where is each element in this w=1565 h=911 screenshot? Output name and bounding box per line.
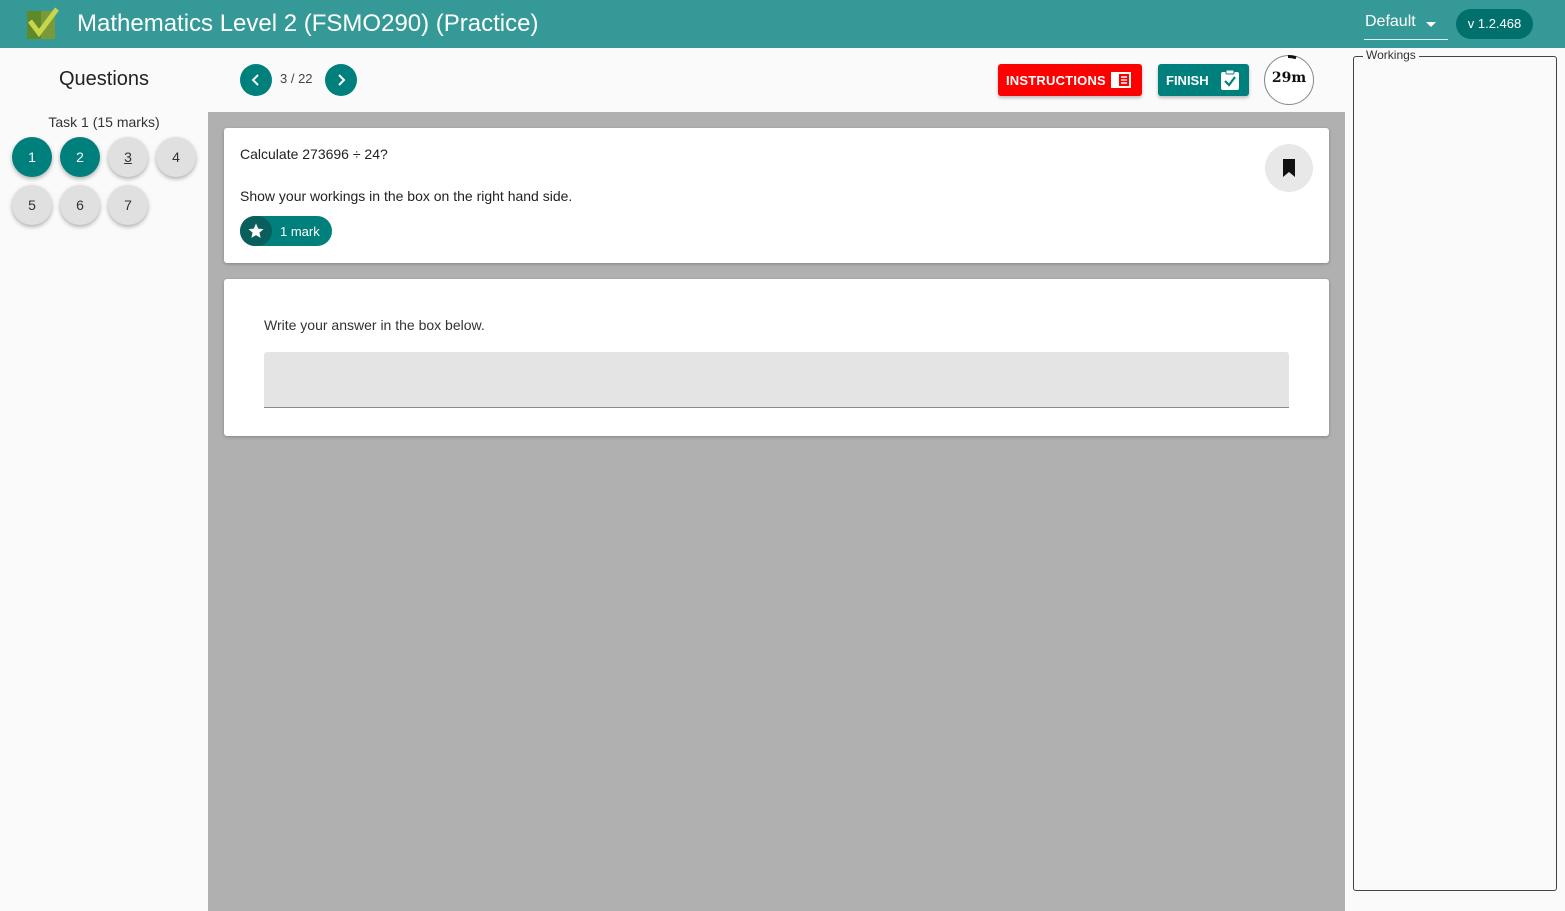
- instructions-label: INSTRUCTIONS: [1006, 73, 1106, 88]
- bookmark-button[interactable]: [1265, 144, 1313, 192]
- star-icon: [248, 223, 264, 238]
- finish-button[interactable]: FINISH: [1158, 64, 1249, 96]
- clipboard-check-icon: [1221, 69, 1239, 90]
- question-counter: 3 / 22: [280, 71, 313, 86]
- app-header: Mathematics Level 2 (FSMO290) (Practice)…: [0, 0, 1565, 48]
- workings-textarea[interactable]: [1353, 56, 1557, 891]
- caret-down-icon: [1426, 22, 1436, 27]
- finish-label: FINISH: [1166, 73, 1209, 88]
- question-button-3[interactable]: 3: [108, 137, 148, 177]
- question-button-2[interactable]: 2: [60, 137, 100, 177]
- next-question-button[interactable]: [325, 64, 357, 96]
- task-label: Task 1 (15 marks): [48, 114, 160, 130]
- question-button-4[interactable]: 4: [156, 137, 196, 177]
- timer-progress-arc: [1287, 55, 1297, 60]
- answer-input[interactable]: [264, 352, 1289, 408]
- marks-badge: 1 mark: [240, 216, 332, 246]
- question-button-6[interactable]: 6: [60, 185, 100, 225]
- bookmark-icon: [1283, 159, 1295, 177]
- theme-select-value: Default: [1365, 13, 1416, 30]
- logo-icon: [27, 7, 59, 39]
- chevron-right-icon: [338, 74, 346, 86]
- marks-label: 1 mark: [280, 224, 320, 239]
- questions-heading: Questions: [58, 68, 150, 90]
- question-button-7[interactable]: 7: [108, 185, 148, 225]
- question-button-5[interactable]: 5: [12, 185, 52, 225]
- workings-label: Workings: [1363, 48, 1419, 62]
- question-button-1[interactable]: 1: [12, 137, 52, 177]
- book-icon: [1111, 72, 1131, 88]
- question-instruction: Show your workings in the box on the rig…: [240, 188, 573, 204]
- version-badge: v 1.2.468: [1456, 9, 1533, 39]
- instructions-button[interactable]: INSTRUCTIONS: [998, 64, 1142, 96]
- page-title: Mathematics Level 2 (FSMO290) (Practice): [77, 10, 539, 37]
- question-text: Calculate 273696 ÷ 24?: [240, 146, 388, 162]
- chevron-left-icon: [251, 74, 259, 86]
- theme-select[interactable]: Default: [1364, 8, 1448, 40]
- questions-sidebar: Questions Task 1 (15 marks): [0, 48, 208, 911]
- previous-question-button[interactable]: [240, 64, 272, 96]
- answer-card: Write your answer in the box below.: [224, 279, 1329, 436]
- answer-instruction: Write your answer in the box below.: [264, 317, 485, 333]
- question-card: Calculate 273696 ÷ 24? Show your working…: [224, 128, 1329, 263]
